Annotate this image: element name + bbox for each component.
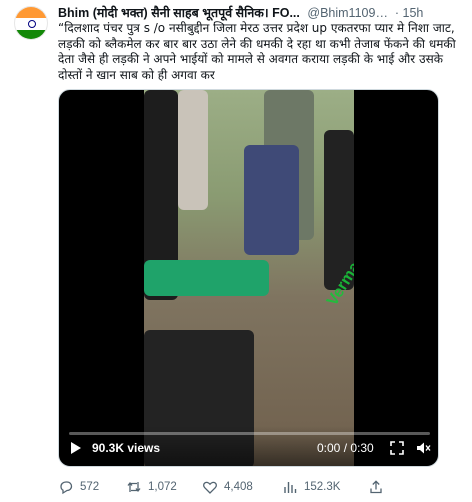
retweet-button[interactable]: 1,072 <box>126 478 177 496</box>
avatar-flag-wheel <box>28 20 36 28</box>
video-controls: 90.3K views 0:00 / 0:30 <box>59 426 438 466</box>
like-count: 4,408 <box>224 481 253 493</box>
author-handle[interactable]: @Bhim11090... <box>307 5 391 21</box>
expand-icon[interactable] <box>389 440 405 456</box>
tweet-actions: 572 1,072 4,408 152.3K <box>58 478 462 496</box>
avatar[interactable] <box>14 6 48 40</box>
like-icon <box>203 481 217 494</box>
tweet-text: “दिलशाद पंचर पुत्र s /o नसीबुद्दीन जिला … <box>58 21 456 82</box>
avatar-flag-green <box>15 30 47 39</box>
share-button[interactable] <box>368 478 384 496</box>
retweet-icon <box>127 481 141 493</box>
header-separator: · <box>394 6 400 20</box>
views-count: 152.3K <box>304 481 341 493</box>
views-icon <box>284 482 297 493</box>
video-time: 0:00 / 0:30 <box>317 441 374 455</box>
play-icon[interactable] <box>71 442 81 454</box>
reply-icon <box>60 481 73 495</box>
tweet[interactable]: Bhim (मोदी भक्त) सैनी साहब भूतपूर्व सैनि… <box>0 0 472 502</box>
person-figure <box>244 145 299 255</box>
video-frame: Verma shah <box>144 90 354 466</box>
person-figure <box>144 260 269 296</box>
tweet-time[interactable]: 15h <box>403 6 424 20</box>
reply-button[interactable]: 572 <box>58 478 99 496</box>
person-figure <box>178 90 208 210</box>
views-button[interactable]: 152.3K <box>282 478 340 496</box>
video-player[interactable]: Verma shah 90.3K views 0:00 / 0:30 <box>58 89 439 467</box>
avatar-flag-saffron <box>15 7 47 18</box>
video-views: 90.3K views <box>92 441 161 455</box>
share-icon <box>370 480 382 494</box>
mute-icon[interactable] <box>415 440 431 456</box>
tweet-header: Bhim (मोदी भक्त) सैनी साहब भूतपूर्व सैनि… <box>58 5 462 21</box>
video-progress-bar[interactable] <box>69 432 430 435</box>
retweet-count: 1,072 <box>148 481 177 493</box>
author-name[interactable]: Bhim (मोदी भक्त) सैनी साहब भूतपूर्व सैनि… <box>58 5 300 21</box>
reply-count: 572 <box>80 481 100 493</box>
like-button[interactable]: 4,408 <box>202 478 253 496</box>
